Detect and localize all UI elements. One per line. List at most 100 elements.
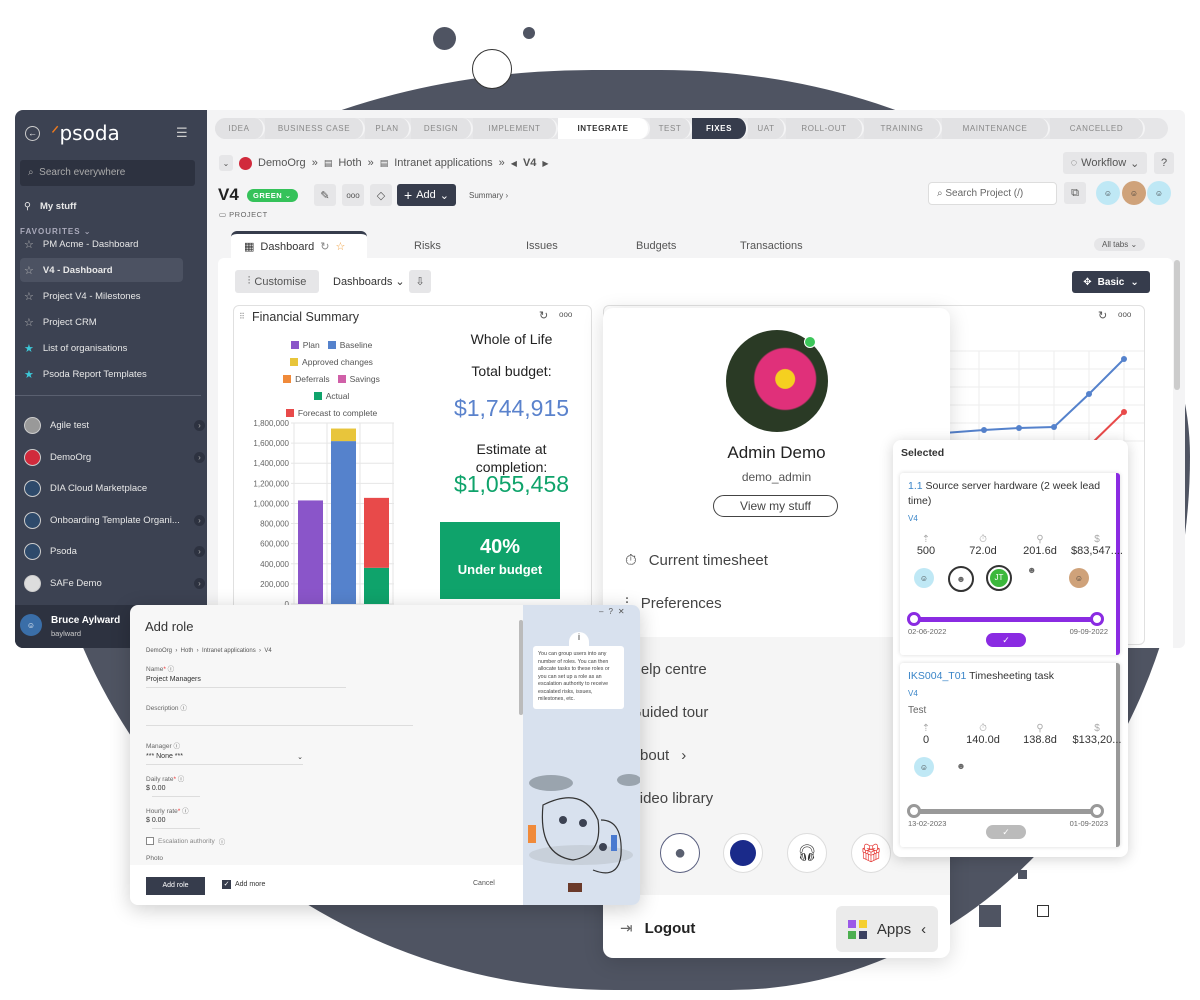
favourite-item[interactable]: ☆ PM Acme - Dashboard [20,232,183,256]
chevron-right-icon[interactable]: › [194,545,205,557]
customise-button[interactable]: ⫶ Customise [235,270,319,293]
legend-item[interactable]: Savings [337,374,380,384]
chevron-right-icon[interactable]: › [194,451,205,463]
timeline-handle[interactable] [1090,612,1104,626]
star-icon[interactable]: ★ [24,342,34,355]
download-icon[interactable]: ⇩ [409,270,431,293]
back-icon[interactable]: ← [25,126,40,141]
stage-cancelled[interactable]: CANCELLED [1050,118,1145,139]
avatar[interactable]: ☺ [1147,181,1171,205]
star-icon[interactable]: ☆ [24,238,34,251]
task-title[interactable]: 1.1 Source server hardware (2 week lead … [908,479,1103,509]
headset-icon[interactable]: 🎧︎ [787,833,827,873]
chevron-right-icon[interactable]: › [194,514,205,526]
timeline-handle[interactable] [1090,804,1104,818]
prev-icon[interactable]: ◀ [511,159,517,168]
star-icon[interactable]: ☆ [24,264,34,277]
star-icon[interactable]: ★ [24,368,34,381]
chevron-right-icon[interactable]: › [194,577,205,589]
help-panel-controls[interactable]: –?✕ [599,607,630,616]
organisation-item[interactable]: DemoOrg › [20,445,205,469]
chevron-right-icon[interactable]: › [194,419,205,431]
stage-training[interactable]: TRAINING [864,118,942,139]
stage-business-case[interactable]: BUSINESS CASE [265,118,365,139]
escalation-checkbox[interactable]: Escalation authority ⓘ [146,836,225,846]
legend-item[interactable]: Actual [313,391,349,401]
assignee-avatar[interactable]: ☺ [914,568,934,588]
tab-risks[interactable]: Risks [414,240,441,252]
stage-maintenance[interactable]: MAINTENANCE [942,118,1050,139]
layout-dropdown[interactable]: ✥ Basic ⌄ [1072,271,1150,293]
task-card[interactable]: IKS004_T01 Timesheeting task V4 Test ⇡ 0 ⏱ 140… [900,663,1121,847]
favourite-item[interactable]: ★ Psoda Report Templates [20,362,183,386]
organisation-item[interactable]: Agile test › [20,413,205,437]
my-stuff-link[interactable]: ⚲ My stuff [20,194,183,218]
edit-icon[interactable]: ✎ [314,184,336,206]
stage-design[interactable]: DESIGN [411,118,473,139]
task-card[interactable]: 1.1 Source server hardware (2 week lead … [900,473,1123,655]
legend-item[interactable]: Plan [290,340,320,350]
more-icon[interactable]: ooo [559,310,572,319]
menu-guided-tour[interactable]: Guided tour [630,704,708,721]
gift-icon[interactable]: 🎁︎ [851,833,891,873]
stage-uat[interactable]: UAT [748,118,786,139]
favourite-item[interactable]: ☆ Project V4 - Milestones [20,284,183,308]
menu-video-library[interactable]: Video library [630,790,713,807]
flag-nz-icon[interactable] [723,833,763,873]
tab-transactions[interactable]: Transactions [740,240,803,252]
collapse-menu-icon[interactable]: ☰ [176,125,188,141]
stage-test[interactable]: TEST [650,118,692,139]
dashboards-dropdown[interactable]: Dashboards ⌄ [333,275,405,288]
daily-rate-input[interactable]: $ 0.00 [146,785,165,792]
drag-handle-icon[interactable]: ⠿ [239,312,245,321]
task-project-link[interactable]: V4 [908,689,918,698]
view-my-stuff-button[interactable]: View my stuff [713,495,838,517]
tab-budgets[interactable]: Budgets [636,240,676,252]
help-button[interactable]: ? [1154,152,1174,174]
tag-icon[interactable]: ◇ [370,184,392,206]
stage-implement[interactable]: IMPLEMENT [473,118,558,139]
assignee-avatar[interactable]: ☺ [1069,568,1089,588]
assignee-avatar[interactable]: JT [986,565,1012,591]
assignee-avatar[interactable]: ☺ [914,757,934,777]
search-project-input[interactable]: ⌕ Search Project (/) [928,182,1057,205]
timeline-handle[interactable] [907,612,921,626]
avatar[interactable]: ☺ [1096,181,1120,205]
status-badge[interactable]: GREEN ⌄ [247,189,298,202]
name-input[interactable]: Project Managers [146,676,201,683]
scrollbar[interactable] [1174,260,1180,390]
manager-select[interactable]: *** None *** ⌄ [146,753,303,761]
add-button[interactable]: + Add ⌄ [397,184,456,206]
task-project-link[interactable]: V4 [908,514,918,523]
organisation-item[interactable]: DIA Cloud Marketplace [20,476,183,500]
organisation-item[interactable]: SAFe Demo › [20,571,205,595]
add-more-checkbox[interactable]: ✓ Add more [222,880,265,889]
organisation-item[interactable]: Psoda › [20,539,205,563]
add-role-submit-button[interactable]: Add role [146,877,205,895]
tab-issues[interactable]: Issues [526,240,558,252]
stage-integrate[interactable]: INTEGRATE [558,118,650,139]
hourly-rate-input[interactable]: $ 0.00 [146,817,165,824]
next-icon[interactable]: ▶ [542,159,548,168]
legend-item[interactable]: Approved changes [290,357,373,367]
stage-roll-out[interactable]: ROLL-OUT [786,118,864,139]
breadcrumb-org[interactable]: DemoOrg [258,157,306,169]
workflow-button[interactable]: ◌ Workflow ⌄ [1063,152,1147,174]
stage-plan[interactable]: PLAN [365,118,411,139]
star-icon[interactable]: ☆ [24,316,34,329]
theme-icon[interactable]: ● [660,833,700,873]
timeline-handle[interactable] [907,804,921,818]
stage-fixes[interactable]: FIXES [692,118,748,139]
star-icon[interactable]: ☆ [24,290,34,303]
refresh-icon[interactable]: ↻ [539,309,548,322]
legend-item[interactable]: Baseline [327,340,372,350]
menu-current-timesheet[interactable]: ⏱ Current timesheet [625,552,768,569]
legend-item[interactable]: Deferrals [283,374,330,384]
menu-help-centre[interactable]: Help centre [630,661,707,678]
breadcrumb-hoth[interactable]: Hoth [338,157,361,169]
complete-check-button[interactable]: ✓ [986,633,1026,647]
logout-button[interactable]: ⇥ Logout [620,919,695,938]
chevron-down-icon[interactable]: ⌄ [219,155,233,171]
organisation-item[interactable]: Onboarding Template Organi... › [20,508,205,532]
complete-check-button[interactable]: ✓ [986,825,1026,839]
